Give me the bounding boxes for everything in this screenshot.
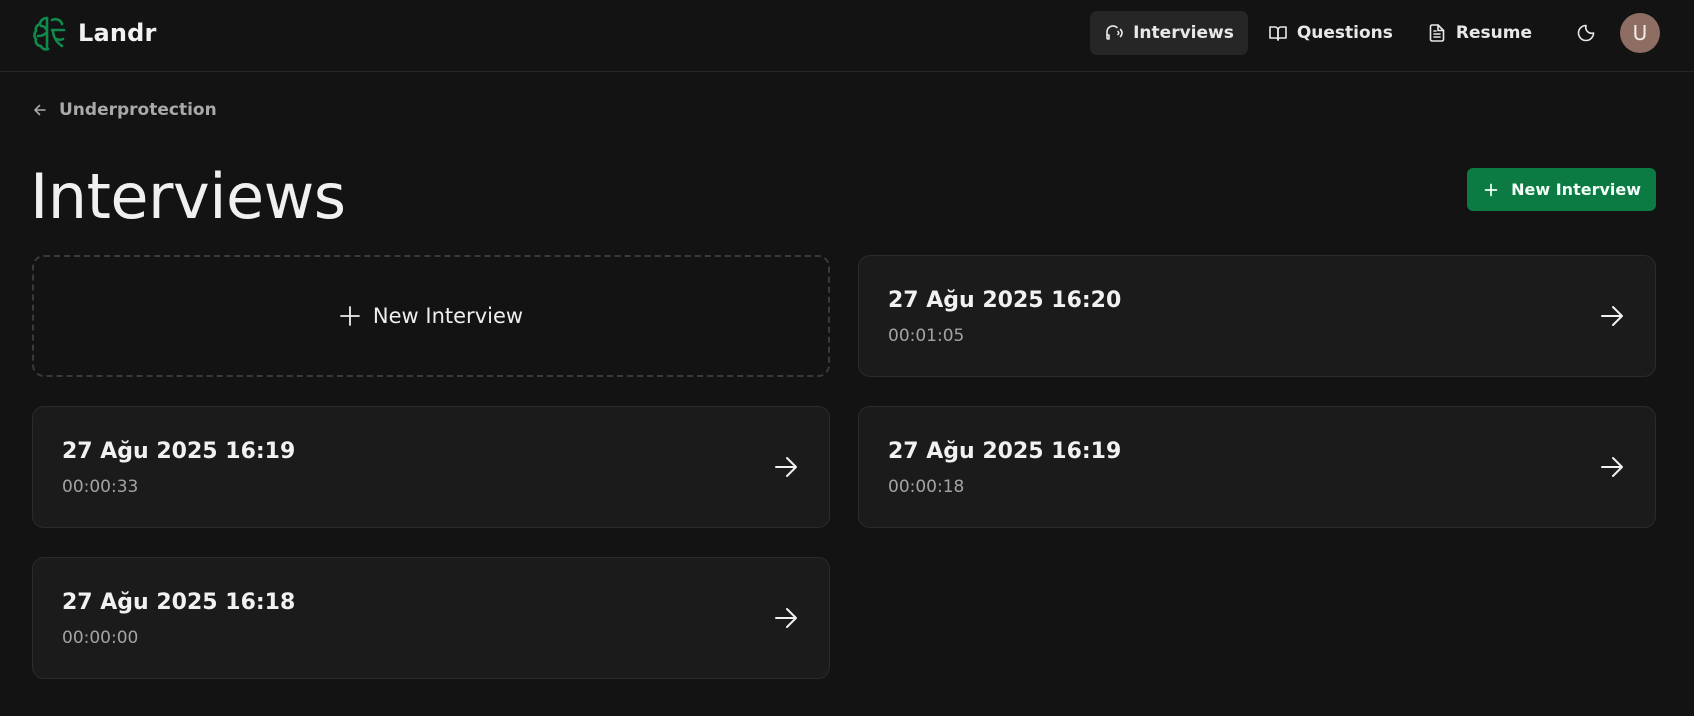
interview-duration: 00:00:00 <box>62 628 139 648</box>
arrow-right-icon <box>1601 457 1623 477</box>
interview-date: 27 Ağu 2025 16:19 <box>62 439 296 464</box>
new-interview-card-label: New Interview <box>372 304 524 328</box>
arrow-right-icon <box>775 457 797 477</box>
interview-duration: 00:01:05 <box>888 326 965 346</box>
page-title: Interviews <box>30 160 346 233</box>
interview-card[interactable]: 27 Ağu 2025 16:19 00:00:33 <box>32 406 830 528</box>
nav-item-label: Questions <box>1296 23 1393 43</box>
nav-item-resume[interactable]: Resume <box>1413 11 1546 55</box>
headset-icon <box>1106 25 1123 40</box>
moon-icon <box>1577 24 1595 42</box>
plus-icon <box>340 306 360 326</box>
nav-item-questions[interactable]: Questions <box>1254 11 1407 55</box>
nav-item-label: Interviews <box>1133 23 1234 43</box>
nav-item-label: Resume <box>1455 23 1532 43</box>
document-icon <box>1429 24 1445 42</box>
nav-item-interviews[interactable]: Interviews <box>1090 11 1248 55</box>
arrow-right-icon <box>775 608 797 628</box>
new-interview-card[interactable]: New Interview <box>32 255 830 377</box>
interview-card[interactable]: 27 Ağu 2025 16:18 00:00:00 <box>32 557 830 679</box>
user-avatar[interactable]: U <box>1620 13 1660 53</box>
back-link[interactable]: Underprotection <box>32 100 217 120</box>
main-nav: Interviews Questions Resume U <box>1084 11 1660 55</box>
interview-date: 27 Ağu 2025 16:19 <box>888 439 1122 464</box>
arrow-left-icon <box>34 104 46 116</box>
arrow-right-icon <box>1601 306 1623 326</box>
brand[interactable]: Landr <box>32 14 157 52</box>
interview-date: 27 Ağu 2025 16:18 <box>62 590 296 615</box>
plus-icon <box>1484 183 1498 196</box>
interview-duration: 00:00:18 <box>888 477 965 497</box>
book-icon <box>1269 26 1287 41</box>
brand-name: Landr <box>78 19 157 47</box>
back-link-label: Underprotection <box>59 100 217 120</box>
interview-card[interactable]: 27 Ağu 2025 16:20 00:01:05 <box>858 255 1656 377</box>
interview-duration: 00:00:33 <box>62 477 139 497</box>
new-interview-button[interactable]: New Interview <box>1467 168 1656 211</box>
interview-card[interactable]: 27 Ağu 2025 16:19 00:00:18 <box>858 406 1656 528</box>
new-interview-button-label: New Interview <box>1511 180 1641 199</box>
interview-date: 27 Ağu 2025 16:20 <box>888 288 1122 313</box>
theme-toggle-button[interactable] <box>1564 11 1608 55</box>
brain-logo-icon <box>33 16 66 51</box>
top-navigation-bar: Landr Interviews Questions Resume U <box>0 0 1694 72</box>
